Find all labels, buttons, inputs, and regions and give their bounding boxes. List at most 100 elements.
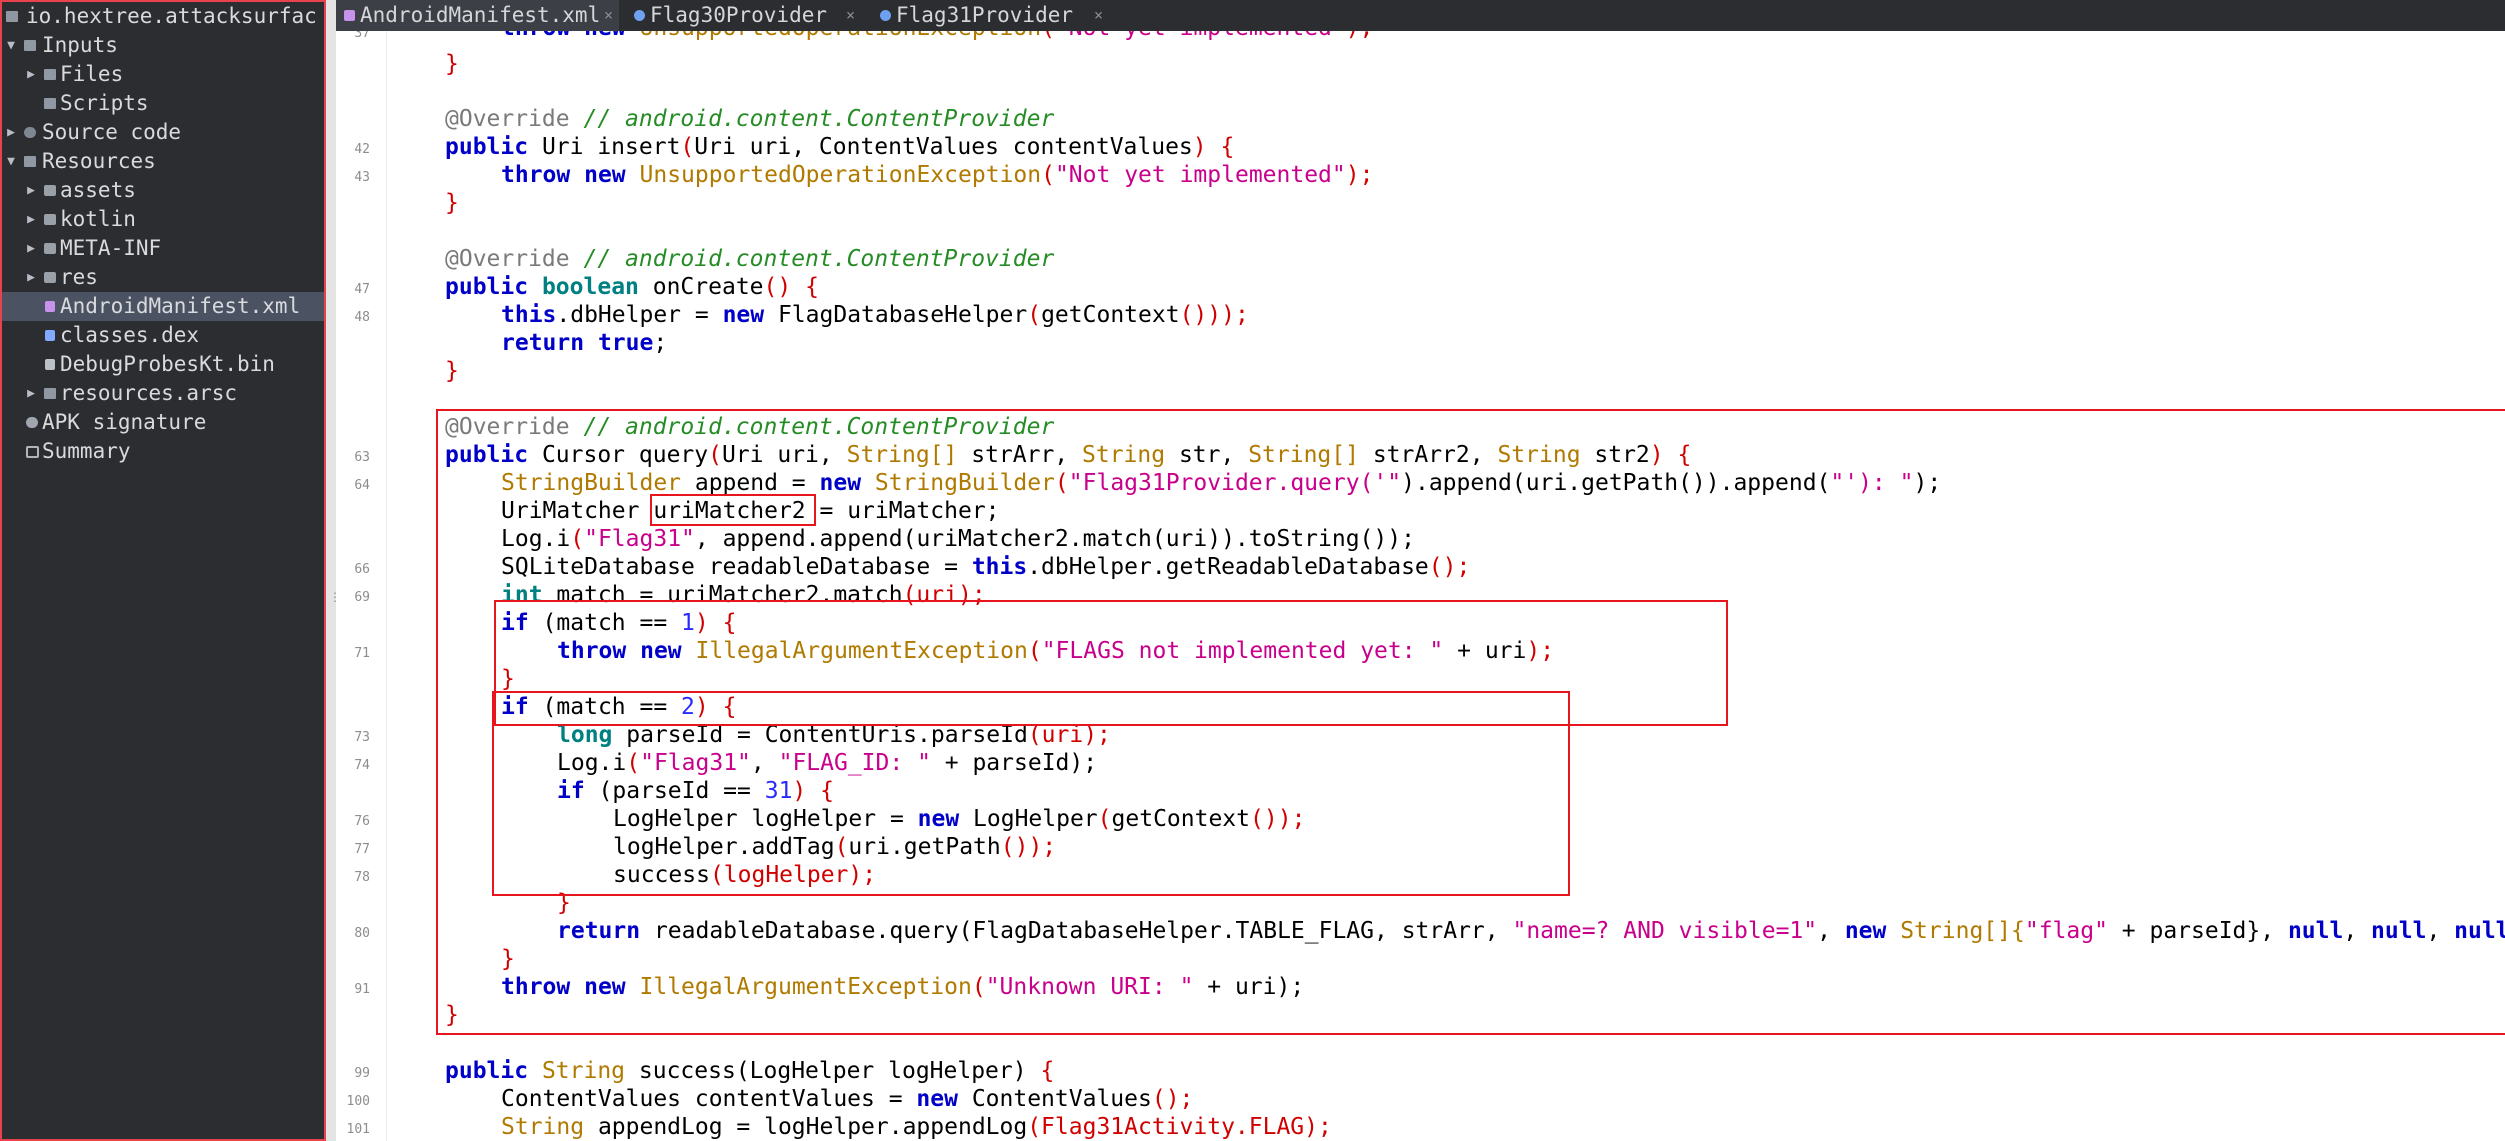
editor-tab-bar: AndroidManifest.xml × Flag30Provider × F… [336, 0, 2505, 32]
signature-icon [26, 417, 38, 428]
tree-root-label: io.hextree.attacksurfac [26, 4, 317, 28]
line-number: 80 [354, 926, 370, 941]
code-line: throw new UnsupportedOperationException(… [501, 31, 1373, 42]
tree-item-label: assets [60, 178, 136, 202]
line-number: 78 [354, 870, 370, 885]
highlight-box-urimatcher2 [650, 494, 816, 526]
code-line: @Override // android.content.ContentProv… [445, 246, 1055, 272]
folder-icon [44, 243, 56, 254]
tree-item-label: classes.dex [60, 323, 200, 347]
collapsed-arrow-icon[interactable]: ▶ [24, 234, 38, 263]
code-line: public boolean onCreate() { [445, 274, 819, 300]
code-editor[interactable]: 37 42 43 47 48 63 64 66 69 71 73 74 76 7… [336, 31, 2505, 1141]
tab-flag30-provider[interactable]: Flag30Provider × [626, 0, 864, 31]
tree-item-assets[interactable]: ▶ assets [2, 176, 324, 205]
tab-label: Flag30Provider [650, 3, 828, 27]
tree-item-debugprobes[interactable]: DebugProbesKt.bin [2, 350, 324, 379]
close-icon[interactable]: × [1094, 0, 1103, 31]
panel-splitter[interactable]: ⋮ [326, 0, 341, 1141]
line-number: 63 [354, 450, 370, 465]
collapsed-arrow-icon[interactable]: ▶ [4, 118, 18, 147]
line-number: 42 [354, 142, 370, 157]
line-number: 47 [354, 282, 370, 297]
code-line: } [445, 51, 459, 77]
project-icon [6, 11, 18, 22]
summary-icon [26, 446, 39, 458]
code-line: throw new UnsupportedOperationException(… [501, 162, 1374, 188]
xml-file-icon [45, 301, 55, 312]
code-line: this.dbHelper = new FlagDatabaseHelper(g… [501, 302, 1249, 328]
collapsed-arrow-icon[interactable]: ▶ [24, 176, 38, 205]
tree-item-label: Scripts [60, 91, 149, 115]
folder-icon [44, 272, 56, 283]
tree-item-resources-arsc[interactable]: ▶ resources.arsc [2, 379, 324, 408]
code-line: return true; [501, 330, 668, 356]
line-number: 76 [354, 814, 370, 829]
tree-item-res[interactable]: ▶ res [2, 263, 324, 292]
line-number: 77 [354, 842, 370, 857]
arsc-file-icon [44, 388, 56, 399]
tree-item-inputs[interactable]: ▼ Inputs [2, 31, 324, 60]
tree-item-kotlin[interactable]: ▶ kotlin [2, 205, 324, 234]
tree-item-label: APK signature [42, 410, 207, 434]
xml-file-icon [344, 10, 355, 21]
collapsed-arrow-icon[interactable]: ▶ [24, 263, 38, 292]
line-number: 69 [354, 590, 370, 605]
tree-item-label: AndroidManifest.xml [60, 294, 301, 318]
tree-item-apk-signature[interactable]: APK signature [2, 408, 324, 437]
dex-file-icon [45, 330, 55, 341]
tree-item-android-manifest[interactable]: AndroidManifest.xml [2, 292, 324, 321]
line-number: 37 [354, 31, 370, 41]
line-number: 66 [354, 562, 370, 577]
line-number: 99 [354, 1066, 370, 1081]
line-number: 91 [354, 982, 370, 997]
code-line: } [445, 358, 459, 384]
tree-item-classes-dex[interactable]: classes.dex [2, 321, 324, 350]
tree-item-label: DebugProbesKt.bin [60, 352, 275, 376]
tree-item-resources[interactable]: ▼ Resources [2, 147, 324, 176]
file-icon [45, 359, 55, 370]
expanded-arrow-icon[interactable]: ▼ [4, 147, 18, 176]
tree-item-label: Resources [42, 149, 156, 173]
close-icon[interactable]: × [604, 0, 613, 31]
line-number-gutter: 37 42 43 47 48 63 64 66 69 71 73 74 76 7… [336, 31, 387, 1141]
code-line: ContentValues contentValues = new Conten… [501, 1086, 1194, 1112]
files-icon [44, 69, 56, 80]
code-line: public String success(LogHelper logHelpe… [445, 1058, 1055, 1084]
tree-item-meta-inf[interactable]: ▶ META-INF [2, 234, 324, 263]
code-line: public Uri insert(Uri uri, ContentValues… [445, 134, 1235, 160]
line-number: 64 [354, 478, 370, 493]
line-number: 71 [354, 646, 370, 661]
folder-icon [44, 185, 56, 196]
tree-item-scripts[interactable]: Scripts [2, 89, 324, 118]
tree-item-label: Summary [42, 439, 131, 463]
tab-android-manifest[interactable]: AndroidManifest.xml × [336, 0, 619, 31]
highlight-box-match-2 [492, 691, 1570, 896]
line-number: 100 [346, 1094, 370, 1109]
resources-icon [24, 156, 36, 167]
tab-flag31-provider[interactable]: Flag31Provider × [872, 0, 1112, 31]
tree-item-source-code[interactable]: ▶ Source code [2, 118, 324, 147]
tree-item-label: Inputs [42, 33, 118, 57]
tab-label: Flag31Provider [896, 3, 1074, 27]
tree-root[interactable]: io.hextree.attacksurfac [2, 2, 324, 31]
collapsed-arrow-icon[interactable]: ▶ [24, 379, 38, 408]
folder-icon [44, 214, 56, 225]
close-icon[interactable]: × [846, 0, 855, 31]
collapsed-arrow-icon[interactable]: ▶ [24, 205, 38, 234]
code-line: @Override // android.content.ContentProv… [445, 106, 1055, 132]
tree-item-summary[interactable]: Summary [2, 437, 324, 466]
tree-item-label: Source code [42, 120, 182, 144]
project-tree-panel[interactable]: io.hextree.attacksurfac ▼ Inputs ▶ Files… [0, 0, 326, 1141]
expanded-arrow-icon[interactable]: ▼ [4, 31, 18, 60]
line-number: 73 [354, 730, 370, 745]
line-number: 43 [354, 170, 370, 185]
tab-label: AndroidManifest.xml [360, 3, 601, 27]
tree-item-label: kotlin [60, 207, 136, 231]
class-icon [634, 10, 645, 21]
collapsed-arrow-icon[interactable]: ▶ [24, 60, 38, 89]
tree-item-files[interactable]: ▶ Files [2, 60, 324, 89]
line-number: 101 [346, 1122, 370, 1137]
code-line: String appendLog = logHelper.appendLog(F… [501, 1114, 1332, 1140]
tree-item-label: Files [60, 62, 124, 86]
